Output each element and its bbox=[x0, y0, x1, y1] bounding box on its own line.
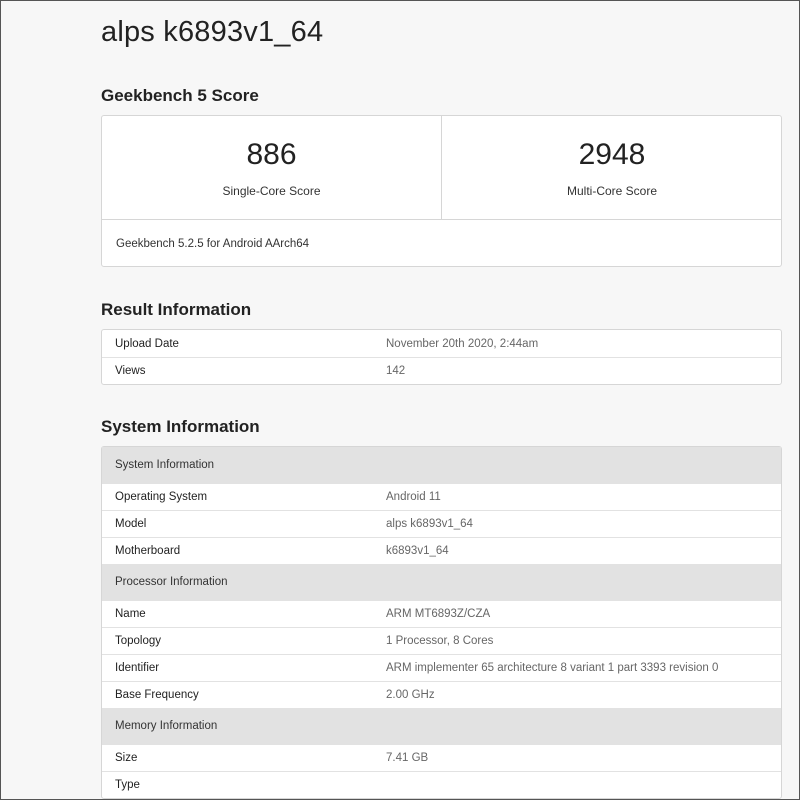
row-label: Name bbox=[115, 608, 146, 620]
row-value: 142 bbox=[386, 365, 406, 377]
section-header-label: System Information bbox=[115, 459, 215, 471]
table-row: Base Frequency 2.00 GHz bbox=[102, 681, 781, 708]
row-label: Upload Date bbox=[115, 337, 179, 350]
row-label: Topology bbox=[115, 635, 162, 647]
table-row: Upload Date November 20th 2020, 2:44am bbox=[102, 330, 781, 357]
row-value: 1 Processor, 8 Cores bbox=[386, 635, 494, 647]
table-row: Views 142 bbox=[102, 357, 781, 384]
row-label: Type bbox=[115, 779, 140, 791]
system-information-heading: System Information bbox=[101, 417, 260, 436]
multi-core-score: 2948 bbox=[578, 138, 646, 171]
table-row: Motherboard k6893v1_64 bbox=[102, 537, 781, 564]
section-header-system: System Information bbox=[102, 447, 781, 483]
row-label: Views bbox=[115, 365, 146, 377]
row-value: k6893v1_64 bbox=[386, 545, 449, 557]
row-label: Model bbox=[115, 518, 147, 530]
row-label: Identifier bbox=[115, 662, 160, 674]
result-information-table: Upload Date November 20th 2020, 2:44am V… bbox=[101, 329, 782, 385]
row-value: 2.00 GHz bbox=[386, 689, 435, 701]
row-value: ARM MT6893Z/CZA bbox=[386, 608, 491, 620]
row-value: ARM implementer 65 architecture 8 varian… bbox=[386, 662, 719, 674]
row-label: Operating System bbox=[115, 491, 208, 503]
result-information-heading: Result Information bbox=[101, 300, 252, 319]
single-core-cell: 886 Single-Core Score bbox=[102, 116, 442, 219]
section-header-processor: Processor Information bbox=[102, 564, 781, 600]
section-header-memory: Memory Information bbox=[102, 708, 781, 744]
row-value: November 20th 2020, 2:44am bbox=[386, 337, 539, 350]
row-label: Size bbox=[115, 752, 138, 764]
row-label: Base Frequency bbox=[115, 689, 199, 701]
section-header-label: Memory Information bbox=[115, 720, 218, 732]
table-row: Identifier ARM implementer 65 architectu… bbox=[102, 654, 781, 681]
geekbench-version: Geekbench 5.2.5 for Android AArch64 bbox=[102, 219, 781, 266]
system-information-table: System Information Operating System Andr… bbox=[101, 446, 782, 799]
table-row: Model alps k6893v1_64 bbox=[102, 510, 781, 537]
row-value: alps k6893v1_64 bbox=[386, 518, 473, 530]
score-card: 886 Single-Core Score 2948 Multi-Core Sc… bbox=[101, 115, 782, 267]
single-core-score: 886 bbox=[246, 138, 297, 171]
geekbench-score-heading: Geekbench 5 Score bbox=[101, 86, 259, 105]
table-row: Size 7.41 GB bbox=[102, 744, 781, 771]
single-core-label: Single-Core Score bbox=[222, 184, 321, 198]
multi-core-cell: 2948 Multi-Core Score bbox=[442, 116, 782, 219]
table-row: Name ARM MT6893Z/CZA bbox=[102, 600, 781, 627]
row-value: Android 11 bbox=[386, 491, 441, 503]
multi-core-label: Multi-Core Score bbox=[566, 184, 658, 198]
page-title: alps k6893v1_64 bbox=[101, 16, 324, 48]
row-label: Motherboard bbox=[115, 545, 181, 557]
section-header-label: Processor Information bbox=[115, 576, 228, 588]
row-value: 7.41 GB bbox=[386, 752, 429, 764]
table-row: Topology 1 Processor, 8 Cores bbox=[102, 627, 781, 654]
table-row: Type bbox=[102, 771, 781, 798]
table-row: Operating System Android 11 bbox=[102, 483, 781, 510]
